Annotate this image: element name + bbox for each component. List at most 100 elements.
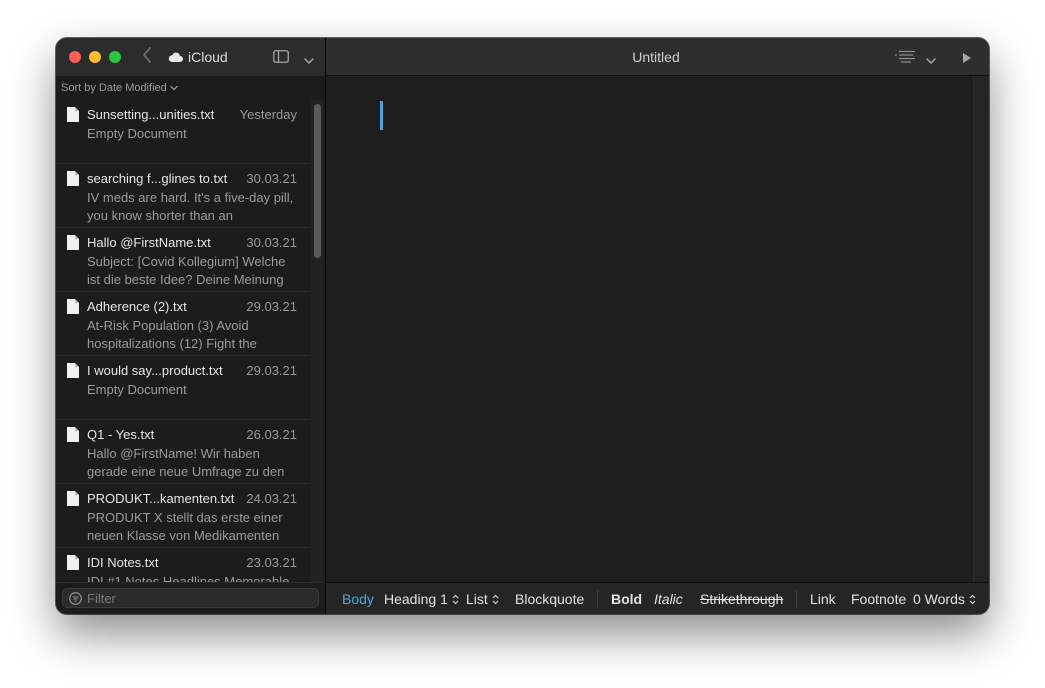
sort-menu[interactable]: Sort by Date Modified [61,82,178,94]
chevron-down-icon [304,58,314,65]
up-down-chevron-icon [452,594,459,604]
format-strikethrough-label: Strikethrough [700,591,784,607]
text-cursor [380,101,383,130]
document-icon [67,107,79,122]
format-divider [796,590,797,608]
document-preview: IV meds are hard. It's a five-day pill, … [87,190,294,223]
location-selector[interactable]: iCloud [168,48,228,66]
filter-bar [56,582,325,614]
document-list-item[interactable]: Sunsetting...unities.txt Yesterday Empty… [56,100,310,164]
format-heading-label: Heading 1 [384,591,448,607]
up-down-chevron-icon [492,594,499,604]
document-preview: IDI #1 Notes Headlines Memorable [87,574,290,582]
document-title: PRODUKT...kamenten.txt [87,491,235,506]
document-icon [67,491,79,506]
format-strikethrough-button[interactable]: Strikethrough [700,591,783,607]
document-title: I would say...product.txt [87,363,223,378]
format-bold-label: Bold [611,591,643,607]
sidebar-options-button[interactable] [304,52,314,65]
document-date: 29.03.21 [246,299,297,314]
word-count-button[interactable]: 0 Words [913,591,976,607]
document-title: searching f...glines to.txt [87,171,228,186]
document-list-item[interactable]: I would say...product.txt 29.03.21 Empty… [56,356,310,420]
editor-titlebar: Untitled [326,38,989,76]
format-link-label: Link [810,591,836,607]
format-heading-button[interactable]: Heading 1 [384,591,459,607]
document-title: Hallo @FirstName.txt [87,235,211,250]
sort-label: Sort by Date Modified [61,82,167,94]
document-preview: Hallo @FirstName! Wir haben gerade eine … [87,446,285,479]
format-bold-button[interactable]: Bold [611,591,642,607]
document-icon [67,555,79,570]
document-date: Yesterday [239,107,297,122]
document-date: 26.03.21 [246,427,297,442]
document-preview: At-Risk Population (3) Avoid hospitaliza… [87,318,257,351]
scrollbar-thumb[interactable] [314,104,321,258]
word-count-label: 0 Words [913,591,965,607]
format-link-button[interactable]: Link [810,591,836,607]
document-title: IDI Notes.txt [87,555,159,570]
play-icon [963,53,971,63]
close-window-button[interactable] [69,51,81,63]
document-preview: Subject: [Covid Kollegium] Welche ist di… [87,254,286,287]
preview-button[interactable] [962,51,972,63]
document-icon [67,427,79,442]
document-list: Sunsetting...unities.txt Yesterday Empty… [56,100,310,582]
document-list-item[interactable]: Adherence (2).txt 29.03.21 At-Risk Popul… [56,292,310,356]
format-italic-label: Italic [654,591,683,607]
format-divider [597,590,598,608]
filter-field[interactable] [62,588,319,608]
document-name[interactable]: Untitled [326,49,986,65]
document-list-item[interactable]: Q1 - Yes.txt 26.03.21 Hallo @FirstName! … [56,420,310,484]
sidebar-icon [273,50,289,63]
document-title: Q1 - Yes.txt [87,427,155,442]
document-preview: Empty Document [87,126,187,141]
cloud-icon [168,52,183,62]
format-footnote-label: Footnote [851,591,907,607]
location-label: iCloud [188,49,228,65]
format-bar: Body Heading 1 List Blockquote Bold Ital… [326,582,989,614]
app-window: iCloud Sort by Date Modified Sunsetting.… [56,38,989,614]
outline-options-button[interactable] [926,52,936,65]
sidebar-titlebar: iCloud [56,38,325,76]
chevron-down-icon [926,58,936,65]
sort-bar: Sort by Date Modified [56,76,325,100]
document-icon [67,235,79,250]
format-list-button[interactable]: List [466,591,499,607]
editor-scrollbar[interactable] [973,76,989,582]
document-list-scrollbar[interactable] [311,100,324,582]
document-list-item[interactable]: Hallo @FirstName.txt 30.03.21 Subject: [… [56,228,310,292]
sidebar: iCloud Sort by Date Modified Sunsetting.… [56,38,326,614]
up-down-chevron-icon [969,594,976,604]
document-title: Adherence (2).txt [87,299,187,314]
format-body-button[interactable]: Body [342,591,374,607]
document-date: 30.03.21 [246,171,297,186]
document-icon [67,171,79,186]
document-list-item[interactable]: searching f...glines to.txt 30.03.21 IV … [56,164,310,228]
document-date: 29.03.21 [246,363,297,378]
format-body-label: Body [342,591,374,607]
minimize-window-button[interactable] [89,51,101,63]
format-italic-button[interactable]: Italic [654,591,683,607]
document-title: Sunsetting...unities.txt [87,107,215,122]
chevron-down-icon [170,85,178,91]
format-footnote-button[interactable]: Footnote [851,591,906,607]
document-preview: Empty Document [87,382,187,397]
document-preview: PRODUKT X stellt das erste einer neuen K… [87,510,283,543]
outline-button[interactable] [894,50,916,64]
format-list-label: List [466,591,488,607]
document-icon [67,299,79,314]
document-list-item[interactable]: IDI Notes.txt 23.03.21 IDI #1 Notes Head… [56,548,310,582]
document-list-item[interactable]: PRODUKT...kamenten.txt 24.03.21 PRODUKT … [56,484,310,548]
document-date: 23.03.21 [246,555,297,570]
editor-text-area[interactable] [326,76,973,582]
maximize-window-button[interactable] [109,51,121,63]
filter-input[interactable] [87,590,312,606]
back-button[interactable] [138,47,156,67]
format-blockquote-label: Blockquote [515,591,585,607]
sidebar-toggle-button[interactable] [273,50,289,63]
format-blockquote-button[interactable]: Blockquote [515,591,584,607]
document-date: 24.03.21 [246,491,297,506]
document-date: 30.03.21 [246,235,297,250]
filter-icon [69,592,82,605]
